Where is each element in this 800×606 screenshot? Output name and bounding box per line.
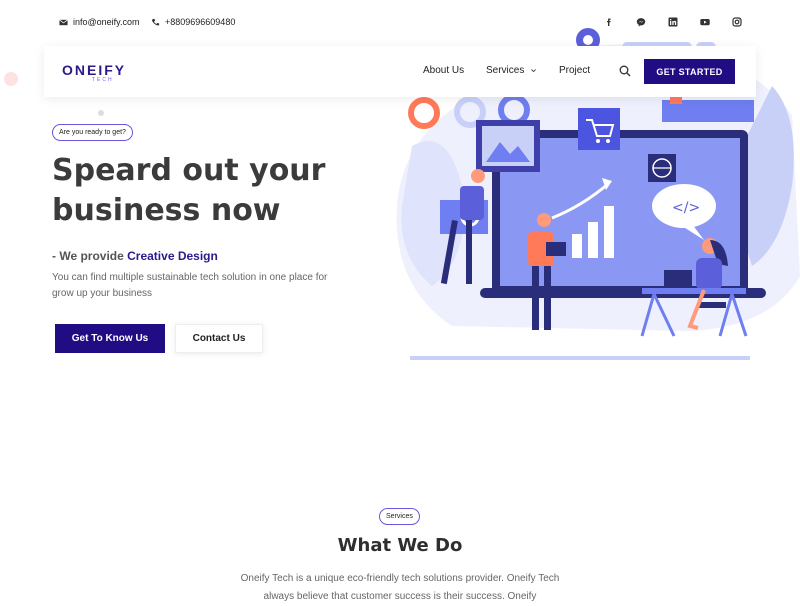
hero-description: You can find multiple sustainable tech s…: [52, 272, 328, 299]
section-description: Oneify Tech is a unique eco-friendly tec…: [240, 573, 560, 602]
nav-item-about[interactable]: About Us: [423, 65, 464, 76]
section-title: What We Do: [337, 535, 463, 556]
hero-title-line2: business now: [52, 193, 281, 228]
nav-item-services[interactable]: Services: [486, 65, 537, 76]
hero-badge: Are you ready to get?: [52, 124, 133, 141]
phone-text: +8809696609480: [165, 17, 236, 27]
phone-contact[interactable]: +8809696609480: [151, 17, 235, 27]
get-to-know-us-button[interactable]: Get To Know Us: [55, 324, 165, 353]
provide-prefix: - We provide: [52, 249, 128, 263]
hero-title-line1: Speard out your: [52, 153, 326, 188]
contact-us-button[interactable]: Contact Us: [175, 324, 263, 353]
mail-icon: [59, 19, 68, 25]
phone-icon: [151, 18, 160, 25]
email-text: info@oneify.com: [73, 17, 140, 27]
email-contact[interactable]: info@oneify.com: [59, 17, 140, 27]
svg-text:</>: </>: [672, 200, 700, 216]
provide-accent: Creative Design: [127, 249, 218, 263]
services-badge: Services: [379, 508, 420, 525]
decor-dot: [98, 110, 104, 116]
search-icon[interactable]: [619, 65, 631, 77]
get-started-button[interactable]: GET STARTED: [644, 59, 735, 84]
nav-item-project[interactable]: Project: [559, 65, 590, 76]
hero-title: Speard out your business now: [52, 151, 372, 231]
nav-item-services-label: Services: [486, 65, 525, 76]
decor-dot: [4, 72, 18, 86]
main-navbar: ONEIFY TECH About Us Services Project GE…: [44, 46, 756, 97]
hero-provide-line: - We provide Creative Design: [52, 249, 218, 263]
logo-subtitle: TECH: [92, 77, 114, 83]
logo[interactable]: ONEIFY: [62, 62, 126, 78]
chevron-down-icon: [531, 69, 537, 73]
